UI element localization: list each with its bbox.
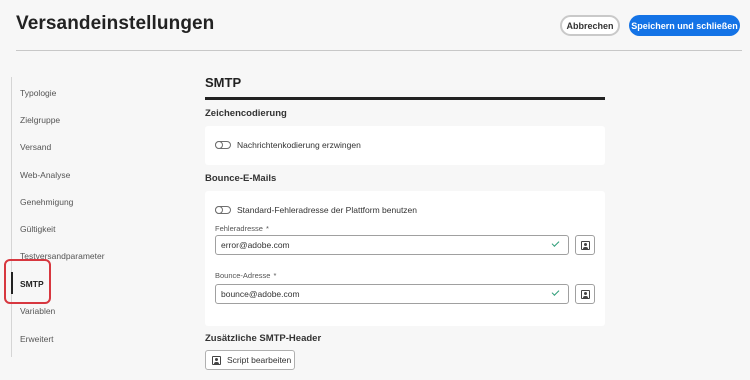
save-and-close-button[interactable]: Speichern und schließen xyxy=(629,15,740,36)
default-error-address-toggle[interactable] xyxy=(215,205,231,214)
error-address-value: error@adobe.com xyxy=(221,240,290,250)
force-encoding-toggle[interactable] xyxy=(215,140,231,149)
edit-script-button[interactable]: Script bearbeiten xyxy=(205,350,295,370)
sidebar-item-gueltigkeit[interactable]: Gültigkeit xyxy=(20,224,55,234)
sidebar-item-versand[interactable]: Versand xyxy=(20,142,51,152)
required-marker: * xyxy=(273,271,277,280)
section-title-encoding: Zeichencodierung xyxy=(205,108,287,119)
address-book-icon xyxy=(580,289,590,299)
encoding-card: Nachrichtenkodierung erzwingen xyxy=(205,126,605,165)
required-marker: * xyxy=(265,224,269,233)
heading-underline xyxy=(205,97,605,100)
edit-script-label: Script bearbeiten xyxy=(227,355,292,365)
error-address-picker-button[interactable] xyxy=(575,235,595,255)
bounce-address-value: bounce@adobe.com xyxy=(221,289,300,299)
sidebar-item-genehmigung[interactable]: Genehmigung xyxy=(20,197,73,207)
address-book-icon xyxy=(580,240,590,250)
sidebar-item-typologie[interactable]: Typologie xyxy=(20,88,56,98)
bounce-address-input[interactable]: bounce@adobe.com xyxy=(215,284,569,304)
page-title: Versandeinstellungen xyxy=(16,13,215,34)
sidebar-item-erweitert[interactable]: Erweitert xyxy=(20,334,54,344)
header-divider xyxy=(16,50,742,51)
section-title-bounce: Bounce-E-Mails xyxy=(205,173,277,184)
smtp-highlight-frame xyxy=(4,259,51,304)
cancel-button[interactable]: Abbrechen xyxy=(560,15,620,36)
valid-check-icon xyxy=(551,288,560,296)
error-address-input[interactable]: error@adobe.com xyxy=(215,235,569,255)
sidebar-nav: Typologie Zielgruppe Versand Web-Analyse… xyxy=(11,77,121,357)
sidebar-item-web-analyse[interactable]: Web-Analyse xyxy=(20,170,70,180)
error-address-label: Fehleradresse * xyxy=(215,224,269,233)
bounce-address-label: Bounce-Adresse * xyxy=(215,271,277,280)
force-encoding-label: Nachrichtenkodierung erzwingen xyxy=(237,140,361,150)
script-icon xyxy=(212,355,221,365)
bounce-card: Standard-Fehleradresse der Plattform ben… xyxy=(205,191,605,326)
valid-check-icon xyxy=(551,239,560,247)
sidebar-item-zielgruppe[interactable]: Zielgruppe xyxy=(20,115,60,125)
section-heading-smtp: SMTP xyxy=(205,75,242,90)
section-title-smtp-headers: Zusätzliche SMTP-Header xyxy=(205,333,322,344)
default-error-address-label: Standard-Fehleradresse der Plattform ben… xyxy=(237,205,418,215)
bounce-address-picker-button[interactable] xyxy=(575,284,595,304)
sidebar-item-variablen[interactable]: Variablen xyxy=(20,306,55,316)
